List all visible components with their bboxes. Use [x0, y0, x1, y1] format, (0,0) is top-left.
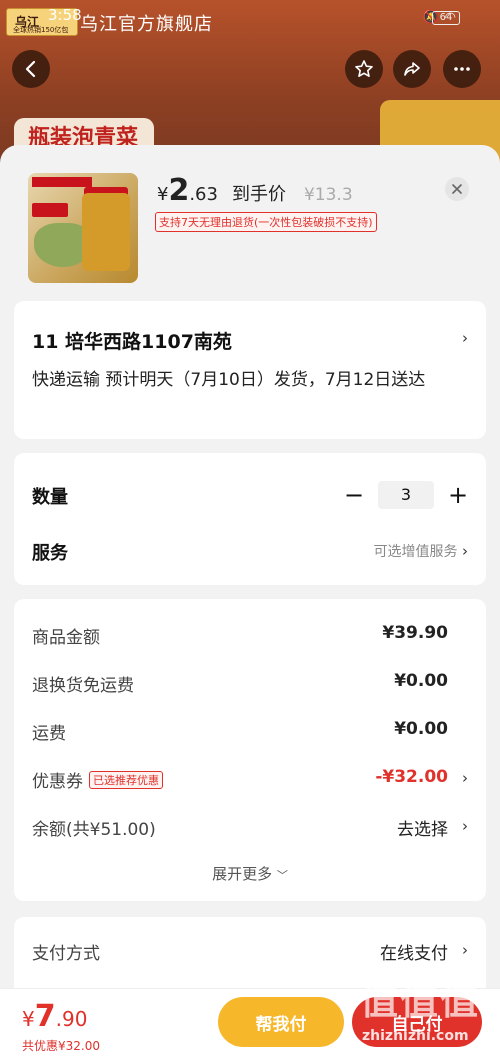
shop-title: 乌江官方旗舰店	[80, 14, 213, 35]
share-button[interactable]	[393, 50, 431, 88]
coupon-recommended-tag: 已选推荐优惠	[89, 770, 163, 789]
coupon-label: 优惠券	[32, 772, 83, 792]
total-discount: 共优惠¥32.00	[22, 1039, 100, 1053]
balance-label: 余额(共¥51.00)	[32, 820, 156, 840]
close-icon	[452, 184, 462, 194]
chevron-right-icon: ›	[462, 329, 468, 347]
final-price-label: 到手价	[231, 184, 286, 205]
favorite-button[interactable]	[345, 50, 383, 88]
price-row: ¥2.63 到手价 ¥13.3	[157, 173, 353, 208]
self-pay-button[interactable]: 自己付	[352, 997, 482, 1047]
more-button[interactable]	[443, 50, 481, 88]
help-me-pay-button[interactable]: 帮我付	[218, 997, 344, 1047]
checkout-bar: ¥ 7 .90 共优惠¥32.00 帮我付 自己付	[0, 988, 500, 1056]
chevron-right-icon: ›	[462, 769, 468, 787]
battery-icon: 64	[432, 11, 460, 25]
original-price: ¥13.3	[303, 185, 353, 205]
delivery-address: 11 培华西路1107南苑	[32, 331, 232, 353]
coupon-row[interactable]: 优惠券 已选推荐优惠 -¥32.00 ›	[32, 767, 468, 797]
chevron-down-icon: ﹀	[276, 869, 288, 882]
address-card[interactable]: 11 培华西路1107南苑 › 快递运输 预计明天（7月10日）发货，7月12日…	[14, 301, 486, 439]
goods-amount-row: 商品金额 ¥39.90	[32, 623, 448, 648]
payment-method-value: 在线支付	[380, 944, 448, 964]
payment-method-label: 支付方式	[32, 944, 100, 964]
quantity-input[interactable]: 3	[378, 481, 434, 509]
chevron-right-icon: ›	[462, 941, 468, 959]
share-icon	[404, 62, 420, 76]
brand-slogan: 全球热销150亿包	[13, 26, 69, 34]
close-button[interactable]	[445, 177, 469, 201]
return-shipping-row: 退换货免运费 ¥0.00	[32, 671, 448, 696]
total-price: ¥ 7 .90	[22, 999, 88, 1034]
goods-amount: ¥39.90	[382, 623, 448, 643]
clock: 3:58	[48, 6, 82, 24]
back-arrow-icon	[25, 60, 36, 78]
expand-more-button[interactable]: 展开更多 ﹀	[14, 863, 486, 884]
refund-policy-tag: 支持7天无理由退货(一次性包装破损不支持)	[155, 212, 377, 232]
quantity-service-card: 数量 − 3 + 服务 可选增值服务 ›	[14, 453, 486, 585]
shipping-fee: ¥0.00	[394, 719, 448, 739]
price-amount: ¥2.63	[157, 173, 218, 208]
checkout-sheet: ¥2.63 到手价 ¥13.3 支持7天无理由退货(一次性包装破损不支持) 11…	[0, 145, 500, 1056]
return-shipping-amount: ¥0.00	[394, 671, 448, 691]
balance-row[interactable]: 余额(共¥51.00) 去选择 ›	[32, 815, 468, 845]
cost-breakdown-card: 商品金额 ¥39.90 退换货免运费 ¥0.00 运费 ¥0.00 优惠券 已选…	[14, 599, 486, 901]
quantity-stepper: − 3 +	[344, 481, 468, 509]
chevron-right-icon: ›	[462, 542, 468, 560]
back-button[interactable]	[12, 50, 50, 88]
shipping-fee-row: 运费 ¥0.00	[32, 719, 448, 744]
decrease-button[interactable]: −	[344, 483, 364, 507]
service-selector[interactable]: 可选增值服务 ›	[374, 541, 468, 561]
shipping-estimate: 快递运输 预计明天（7月10日）发货，7月12日送达	[32, 370, 426, 390]
quantity-label: 数量	[32, 487, 68, 508]
service-label: 服务	[32, 543, 68, 564]
chevron-right-icon: ›	[462, 817, 468, 835]
coupon-discount: -¥32.00	[375, 767, 448, 787]
status-bar: 乌江 全球热销150亿包 3:58 乌江官方旗舰店 🔕 ◠ 64	[0, 0, 500, 36]
increase-button[interactable]: +	[448, 483, 468, 507]
more-dots-icon	[454, 67, 470, 71]
product-image[interactable]	[28, 173, 138, 283]
product-summary: ¥2.63 到手价 ¥13.3 支持7天无理由退货(一次性包装破损不支持)	[0, 145, 500, 295]
balance-select: 去选择	[397, 820, 448, 840]
star-icon	[355, 60, 373, 77]
